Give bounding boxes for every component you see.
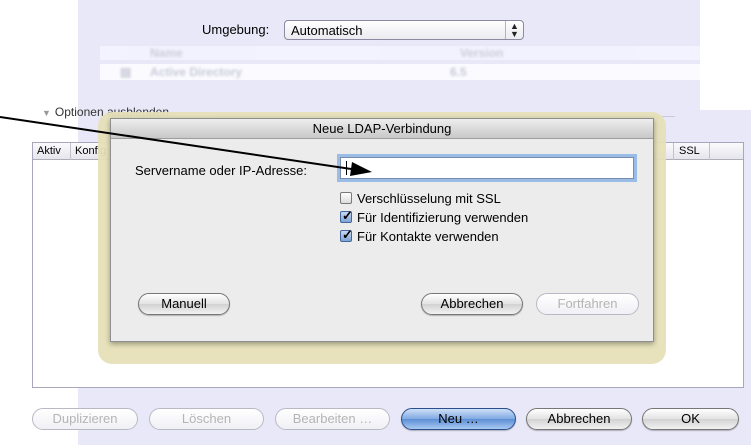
- cancel-button[interactable]: Abbrechen: [526, 408, 632, 430]
- identification-checkbox-row[interactable]: ✓ Für Identifizierung verwenden: [340, 208, 529, 225]
- server-address-input[interactable]: [340, 157, 634, 179]
- blurred-list-header: Name Version: [100, 46, 700, 60]
- blurred-col-version: Version: [460, 46, 504, 60]
- server-label: Servername oder IP-Adresse:: [135, 163, 307, 178]
- column-divider: [709, 143, 710, 160]
- continue-button[interactable]: Fortfahren: [536, 293, 639, 315]
- column-divider: [70, 143, 71, 160]
- column-divider: [673, 143, 674, 160]
- col-ssl[interactable]: SSL: [679, 145, 700, 157]
- environment-value: Automatisch: [291, 23, 363, 38]
- dialog-cancel-button[interactable]: Abbrechen: [421, 293, 523, 315]
- edit-button[interactable]: Bearbeiten …: [275, 408, 390, 430]
- new-ldap-connection-dialog: Neue LDAP-Verbindung Servername oder IP-…: [110, 118, 654, 342]
- right-margin: [700, 0, 751, 110]
- ssl-checkbox-label: Verschlüsselung mit SSL: [357, 190, 501, 206]
- ssl-checkbox-row[interactable]: Verschlüsselung mit SSL: [340, 190, 501, 206]
- duplicate-button[interactable]: Duplizieren: [32, 408, 138, 430]
- manual-button[interactable]: Manuell: [138, 293, 230, 315]
- updown-arrows-icon: ▲ ▼: [505, 21, 523, 39]
- identification-checkbox-label: Für Identifizierung verwenden: [357, 209, 529, 225]
- text-caret: [346, 161, 347, 175]
- contacts-checkbox-row[interactable]: ✓ Für Kontakte verwenden: [340, 227, 499, 244]
- new-button[interactable]: Neu …: [401, 408, 516, 430]
- contacts-checkbox[interactable]: ✓: [340, 227, 353, 242]
- blurred-list-row: ▤ Active Directory 6.5: [100, 64, 700, 80]
- checkmark-icon: ✓: [342, 208, 353, 223]
- blurred-row-version: 6.5: [450, 65, 467, 79]
- identification-checkbox[interactable]: ✓: [340, 208, 353, 223]
- checkmark-icon: ✓: [342, 227, 353, 242]
- environment-label: Umgebung:: [202, 22, 270, 37]
- col-aktiv[interactable]: Aktiv: [37, 145, 61, 157]
- blurred-row-name: Active Directory: [150, 65, 243, 79]
- delete-button[interactable]: Löschen: [149, 408, 264, 430]
- ssl-checkbox[interactable]: [340, 192, 352, 204]
- contacts-checkbox-label: Für Kontakte verwenden: [357, 228, 499, 244]
- blurred-row-icon: ▤: [120, 65, 132, 79]
- ok-button[interactable]: OK: [642, 408, 739, 430]
- disclosure-triangle-icon: ▼: [42, 108, 51, 118]
- dialog-title: Neue LDAP-Verbindung: [111, 119, 653, 139]
- blurred-col-name: Name: [150, 46, 183, 60]
- environment-select[interactable]: Automatisch ▲ ▼: [284, 20, 524, 40]
